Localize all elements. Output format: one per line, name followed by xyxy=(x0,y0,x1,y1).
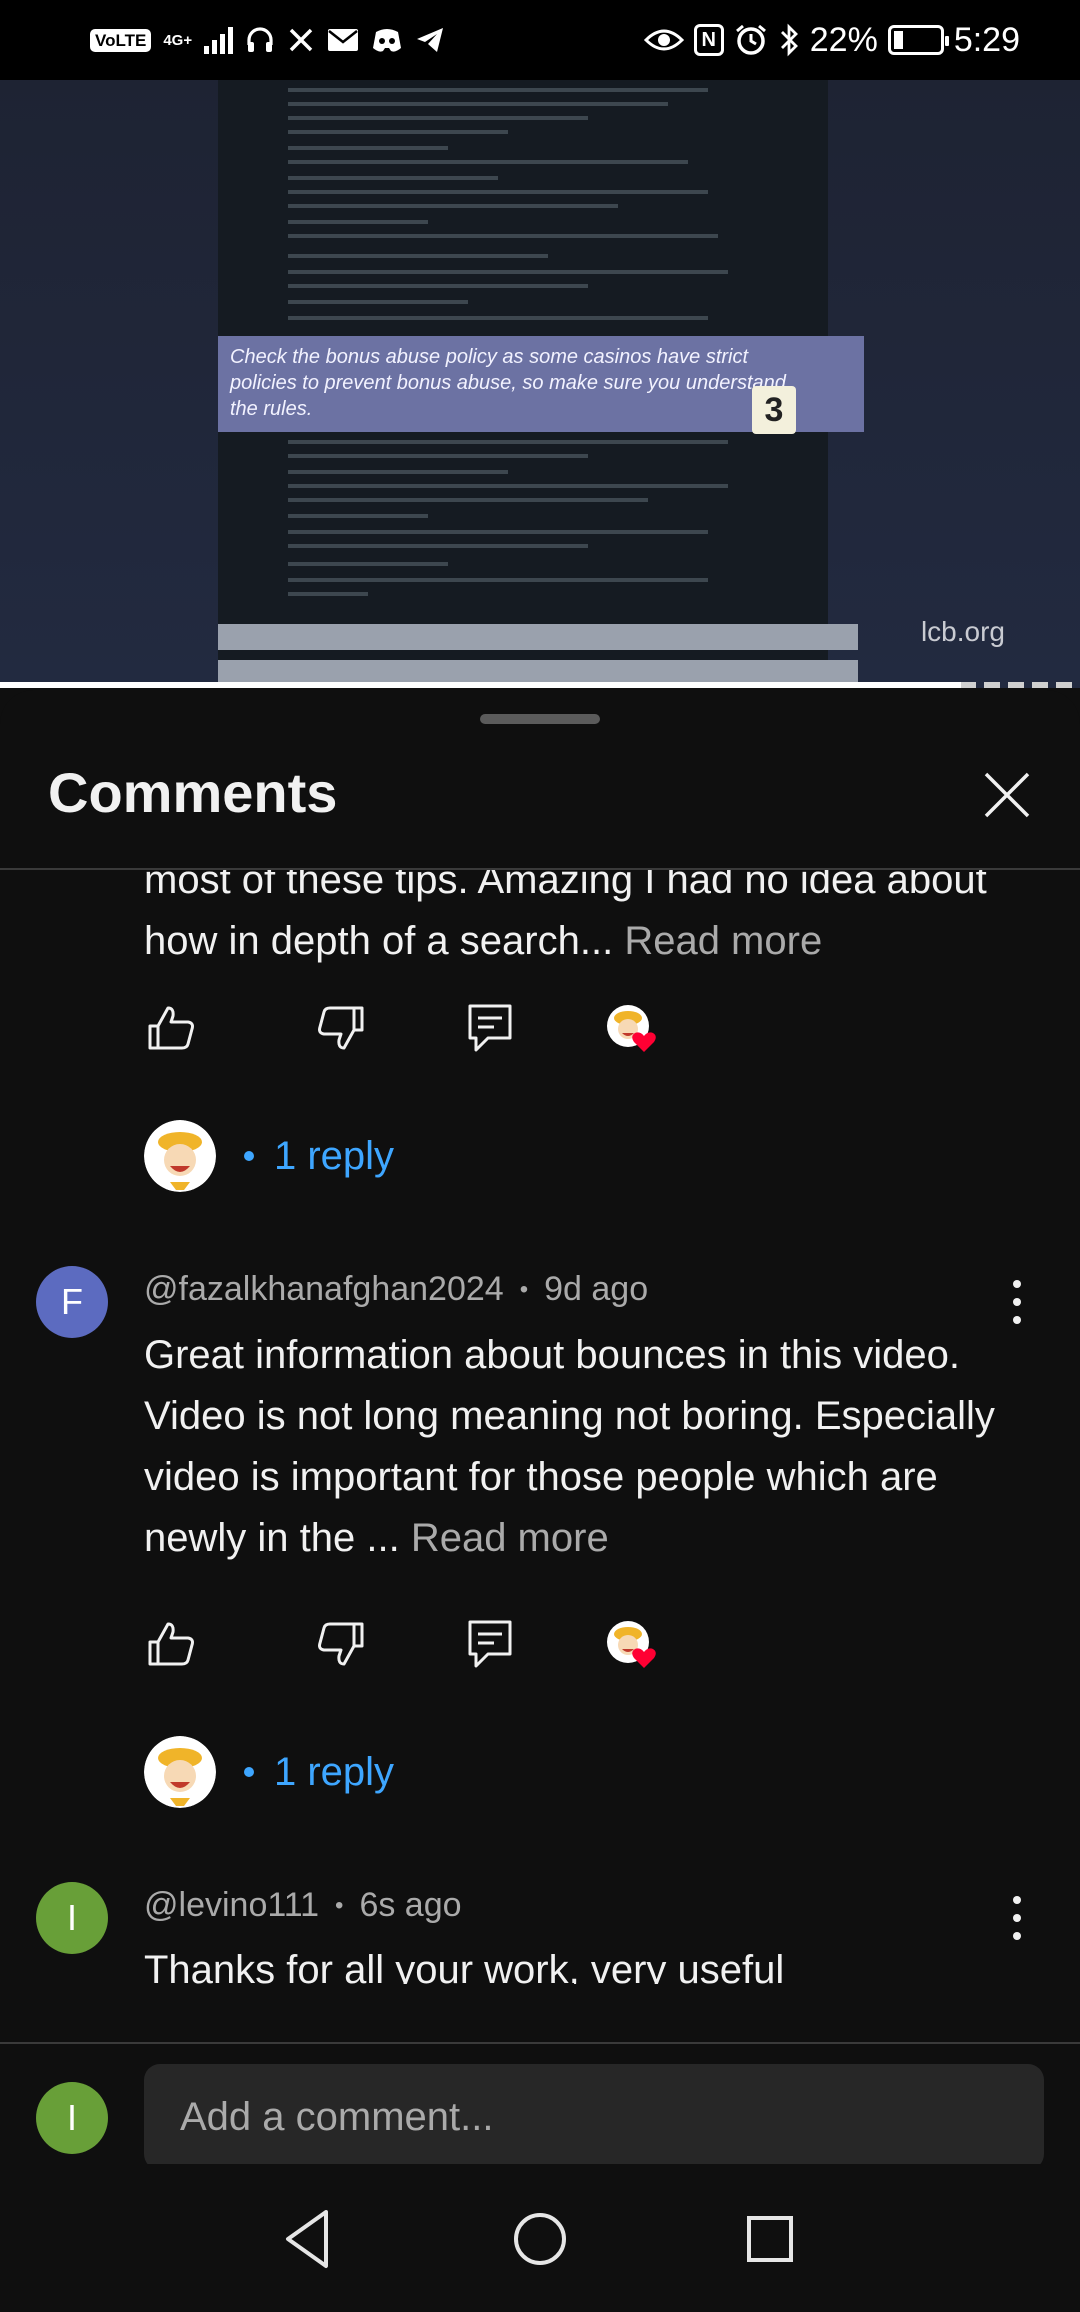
bluetooth-icon xyxy=(780,23,798,57)
comment-meta: @levino111 • 6s ago xyxy=(144,1886,462,1925)
creator-heart-icon xyxy=(607,1621,656,1668)
comment-composer: I xyxy=(0,2042,1080,2170)
comment-actions xyxy=(144,1616,704,1676)
avatar-letter: I xyxy=(66,2097,77,2138)
add-comment-input[interactable] xyxy=(144,2064,1044,2170)
eye-icon xyxy=(643,29,684,51)
comment-author[interactable]: @fazalkhanafghan2024 xyxy=(144,1270,504,1309)
comments-header: Comments xyxy=(0,690,1080,870)
comments-title: Comments xyxy=(48,761,338,824)
system-nav-bar xyxy=(0,2164,1080,2312)
volte-indicator: VoLTE xyxy=(90,28,152,52)
comment-time: 9d ago xyxy=(544,1270,649,1308)
discord-icon xyxy=(373,29,402,52)
more-options-icon[interactable] xyxy=(1010,1280,1024,1324)
battery-icon xyxy=(887,25,949,55)
reply-icon[interactable] xyxy=(462,1616,518,1672)
more-options-icon[interactable] xyxy=(1010,1896,1024,1940)
comment-author[interactable]: @levino111 xyxy=(144,1886,319,1925)
signal-icon xyxy=(204,26,234,54)
battery-level xyxy=(893,31,904,49)
telegram-icon xyxy=(417,28,444,52)
replies-toggle[interactable]: 1 reply xyxy=(144,1736,394,1808)
alarm-icon xyxy=(735,24,766,55)
video-highlight-text: Check the bonus abuse policy as some cas… xyxy=(230,346,786,420)
video-progress-fill xyxy=(0,682,962,688)
commenter-avatar[interactable]: I xyxy=(36,1882,108,1954)
creator-avatar xyxy=(144,1736,216,1808)
avatar-letter: I xyxy=(66,1897,77,1938)
video-step-badge: 3 xyxy=(752,386,796,434)
reply-count[interactable]: 1 reply xyxy=(274,1750,394,1795)
headphones-icon xyxy=(247,27,273,52)
status-bar: VoLTE 4G+ N 22% 5:29 xyxy=(0,0,1080,80)
reply-dot xyxy=(244,1767,254,1777)
status-bar-left: VoLTE 4G+ xyxy=(90,18,445,62)
back-icon[interactable] xyxy=(274,2204,344,2274)
network-type: 4G+ xyxy=(163,31,193,49)
video-player[interactable]: Check the bonus abuse policy as some cas… xyxy=(0,80,1080,688)
comment-time: 6s ago xyxy=(359,1886,462,1924)
video-accordion-bar xyxy=(218,624,858,650)
comment-text: most of these tips. Amazing I had no ide… xyxy=(144,870,987,963)
creator-heart-icon xyxy=(607,1005,656,1052)
like-icon[interactable] xyxy=(144,1616,200,1672)
read-more-link[interactable]: Read more xyxy=(624,919,822,963)
mail-icon xyxy=(328,29,359,51)
user-avatar[interactable]: I xyxy=(36,2082,108,2154)
creator-avatar xyxy=(144,1120,216,1192)
comment-meta: @fazalkhanafghan2024 • 9d ago xyxy=(144,1270,648,1309)
recents-icon[interactable] xyxy=(735,2204,805,2274)
dislike-icon[interactable] xyxy=(312,1616,368,1672)
video-highlight-callout: Check the bonus abuse policy as some cas… xyxy=(218,336,864,434)
comment-body: Great information about bounces in this … xyxy=(144,1325,1024,1569)
reply-count[interactable]: 1 reply xyxy=(274,1134,394,1179)
clock: 5:29 xyxy=(953,21,1020,59)
like-icon[interactable] xyxy=(144,1000,200,1056)
replies-toggle[interactable]: 1 reply xyxy=(144,1120,394,1192)
battery-percent: 22% xyxy=(809,21,878,59)
comment-text: Thanks for all your work, very useful xyxy=(144,1948,785,1984)
status-bar-right: N 22% 5:29 xyxy=(643,18,1020,62)
comment-body: most of these tips. Amazing I had no ide… xyxy=(144,870,1024,972)
read-more-link[interactable]: Read more xyxy=(411,1516,609,1560)
comment-actions xyxy=(144,1000,704,1060)
commenter-avatar[interactable]: F xyxy=(36,1266,108,1338)
avatar-letter: F xyxy=(61,1281,83,1322)
close-icon[interactable] xyxy=(982,770,1032,820)
meta-separator: • xyxy=(519,1275,529,1303)
video-watermark: lcb.org xyxy=(920,616,1005,647)
drag-handle[interactable] xyxy=(480,714,600,724)
x-icon xyxy=(289,28,313,52)
comment-body: Thanks for all your work, very useful xyxy=(144,1940,1024,1984)
meta-separator: • xyxy=(335,1891,344,1919)
reply-icon[interactable] xyxy=(462,1000,518,1056)
home-icon[interactable] xyxy=(505,2204,575,2274)
dislike-icon[interactable] xyxy=(312,1000,368,1056)
comments-sheet: Comments most of these tips. Amazing I h… xyxy=(0,690,1080,2164)
reply-dot xyxy=(244,1151,254,1161)
nfc-icon: N xyxy=(693,24,724,56)
comments-list[interactable]: most of these tips. Amazing I had no ide… xyxy=(0,870,1080,1984)
